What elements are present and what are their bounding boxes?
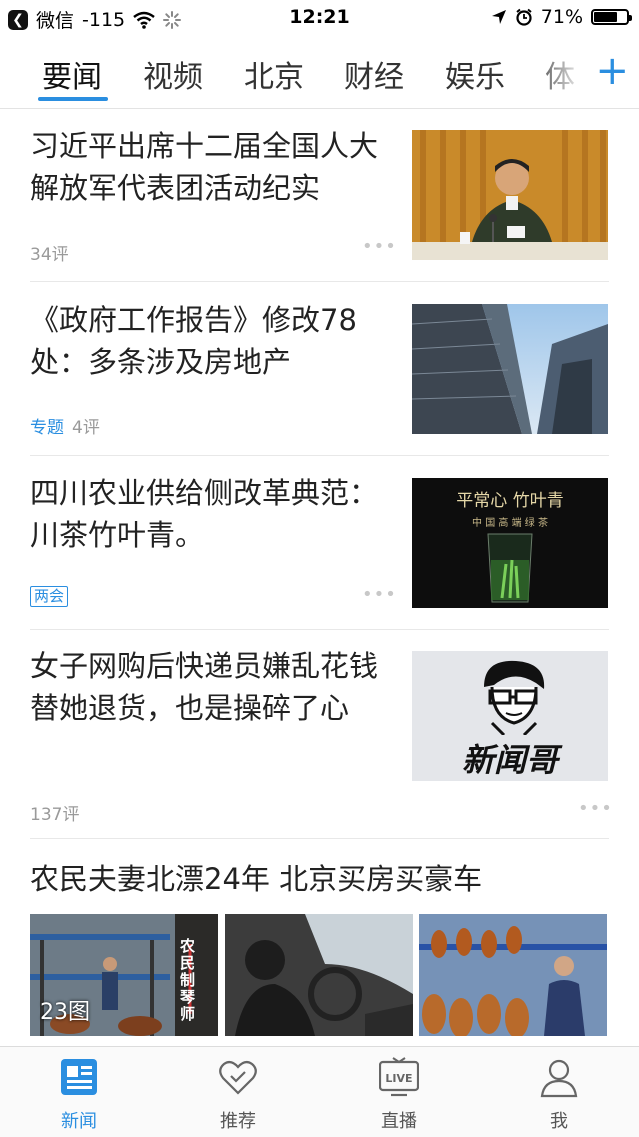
plus-icon[interactable]: + [595,46,629,96]
topic-tag[interactable]: 两会 [30,586,69,607]
tab-finance[interactable]: 财经 [344,52,404,96]
news-title[interactable]: 四川农业供给侧改革典范：川茶竹叶青。 [30,472,380,556]
news-thumbnail[interactable] [412,304,608,434]
nav-live-label: 直播 [381,1111,417,1132]
person-icon [540,1059,578,1098]
news-title[interactable]: 女子网购后快递员嫌乱花钱替她退货，也是操碎了心 [30,645,380,729]
bottom-tab-bar: 新闻 推荐 LIVE 直播 我 [0,1046,639,1137]
divider [30,455,609,456]
more-icon[interactable]: ••• [578,798,613,819]
location-arrow-icon [491,10,506,24]
active-tab-indicator [38,97,108,101]
nav-me[interactable]: 我 [499,1047,619,1137]
news-title[interactable]: 习近平出席十二届全国人大解放军代表团活动纪实 [30,125,380,209]
comment-count: 34评 [30,245,69,265]
photo-thumbnail[interactable] [419,914,607,1036]
more-icon[interactable]: ••• [362,236,397,257]
alarm-icon [516,8,532,26]
topic-tag[interactable]: 专题 [30,413,64,438]
brand-logo: 新闻哥 [461,741,558,779]
news-title[interactable]: 农民夫妻北漂24年 北京买房买豪车 [30,858,482,900]
news-thumbnail[interactable] [412,130,608,260]
nav-news[interactable]: 新闻 [19,1047,139,1137]
ad-headline: 平常心 竹叶青 [456,491,564,511]
divider [30,629,609,630]
news-thumbnail[interactable]: 平常心 竹叶青 中 国 高 端 绿 茶 [412,478,608,608]
nav-live[interactable]: LIVE 直播 [339,1047,459,1137]
nav-me-label: 我 [550,1111,568,1132]
ad-subtitle: 中 国 高 端 绿 茶 [472,518,548,529]
tab-video[interactable]: 视频 [143,52,203,96]
tab-beijing[interactable]: 北京 [244,52,304,96]
photo-thumbnail[interactable]: 农民制琴师 23图 [30,914,218,1036]
news-title[interactable]: 《政府工作报告》修改78处：多条涉及房地产 [30,299,380,383]
news-thumbnail[interactable]: 新闻哥 [412,651,608,781]
photo-thumbnail[interactable] [225,914,413,1036]
divider [30,838,609,839]
battery-icon [591,9,632,25]
tab-yaowen[interactable]: 要闻 [42,52,102,96]
comment-count: 4评 [72,418,100,438]
photo-count: 23图 [40,1000,90,1025]
heart-check-icon [219,1060,257,1095]
nav-recommend[interactable]: 推荐 [178,1047,298,1137]
channel-tabs: 要闻 视频 北京 财经 娱乐 体 + [0,36,639,109]
poster-caption: 农民制琴师 [180,937,196,1023]
battery-percent: 71% [540,6,583,28]
news-icon [61,1059,97,1095]
more-icon[interactable]: ••• [362,584,397,605]
comment-count: 137评 [30,805,80,825]
nav-news-label: 新闻 [61,1111,97,1132]
tab-fade [529,36,599,108]
status-bar: ❮ 微信 -115 12:21 71% [0,0,639,36]
nav-recommend-label: 推荐 [220,1111,256,1132]
tab-entertainment[interactable]: 娱乐 [445,52,505,96]
divider [30,281,609,282]
live-badge: LIVE [385,1072,413,1085]
